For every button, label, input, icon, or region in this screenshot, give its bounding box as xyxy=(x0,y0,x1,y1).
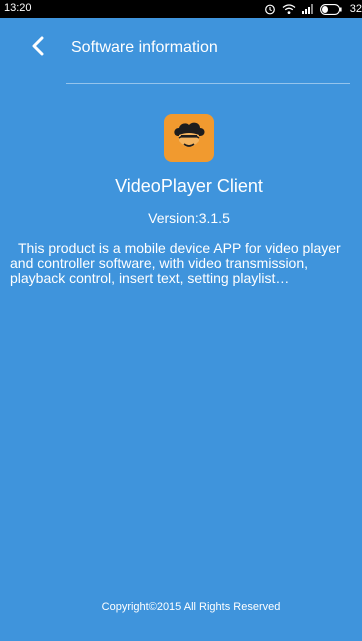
copyright-text: Copyright©2015 All Rights Reserved xyxy=(101,601,281,613)
back-button[interactable] xyxy=(24,34,52,62)
status-time: 13:20 xyxy=(4,2,32,14)
battery-percent: 32 xyxy=(349,3,362,15)
app-logo xyxy=(164,114,214,162)
page-title: Software information xyxy=(71,39,218,56)
app-bar: Software information xyxy=(0,18,362,82)
status-bar: 13:20 32 xyxy=(0,0,362,18)
app-name: VideoPlayer Client xyxy=(115,176,263,196)
header-divider xyxy=(66,83,350,84)
app-description: This product is a mobile device APP for … xyxy=(10,240,341,286)
cloud-face-icon xyxy=(174,122,205,147)
status-icons: 32 xyxy=(264,1,362,17)
screen: 13:20 32 Software information VideoPlaye… xyxy=(0,0,362,641)
alarm-icon xyxy=(264,3,276,15)
app-version: Version:3.1.5 xyxy=(148,210,230,226)
wifi-icon xyxy=(282,3,296,15)
chevron-left-icon[interactable] xyxy=(31,36,45,61)
battery-icon xyxy=(319,3,342,15)
signal-icon xyxy=(301,4,314,14)
